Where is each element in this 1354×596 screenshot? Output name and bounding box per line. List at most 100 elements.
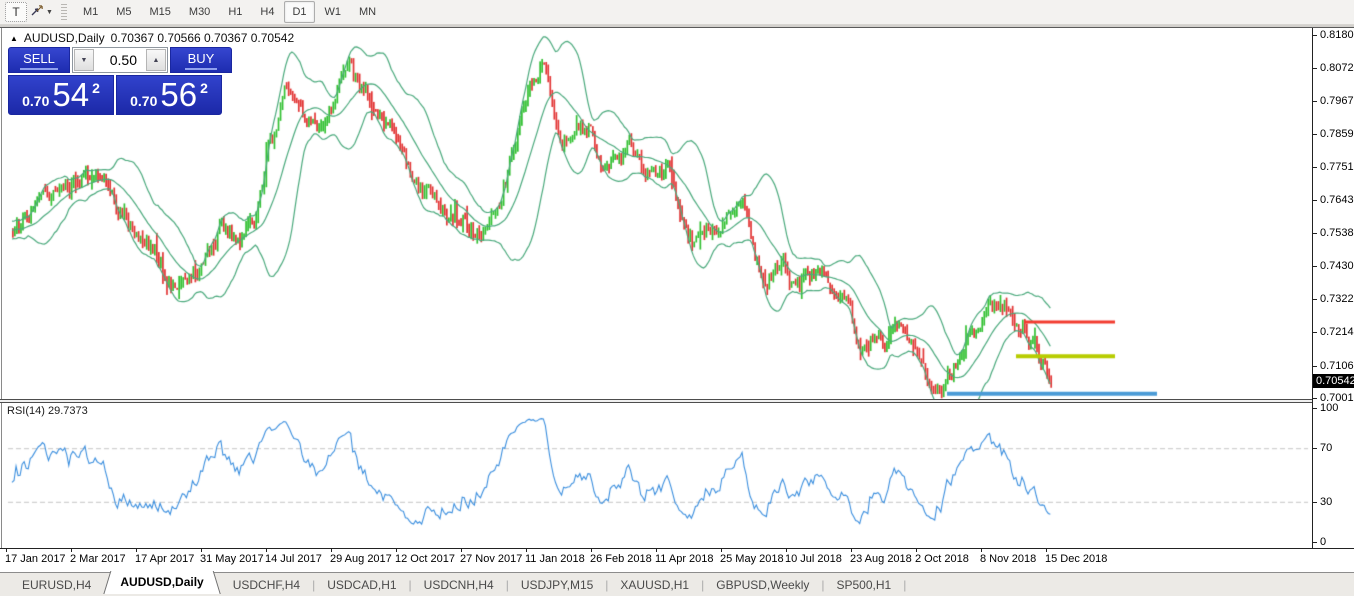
time-axis-label: 2 Oct 2018 [915,553,969,565]
tab-sp500-h1[interactable]: SP500,H1 [825,575,904,595]
time-axis-tick [526,549,527,552]
volume-input[interactable] [95,48,145,72]
pane-splitter[interactable] [0,399,1312,403]
tab-separator: | [903,578,906,592]
time-axis-label: 26 Feb 2018 [590,553,652,565]
price-axis-tick [1313,233,1317,234]
time-axis-tick [786,549,787,552]
top-toolbar: T ▼ M1M5M15M30H1H4D1W1MN [0,0,1354,25]
time-axis-tick [851,549,852,552]
price-axis-tick [1313,134,1317,135]
rsi-axis-label: 70 [1320,442,1332,454]
sell-button-label: SELL [20,51,58,70]
volume-increase-button[interactable]: ▲ [146,49,166,71]
sell-price-display[interactable]: 0.70 54 2 [8,75,114,115]
current-price-badge: 0.70542 [1313,374,1354,388]
time-axis-label: 31 May 2017 [200,553,264,565]
volume-stepper: ▼ ▲ [72,47,168,73]
buy-price-prefix: 0.70 [130,93,157,109]
timeframe-button-m1[interactable]: M1 [75,1,106,23]
collapse-panel-icon[interactable]: ▲ [10,34,18,43]
time-axis-tick [136,549,137,552]
time-axis-label: 8 Nov 2018 [980,553,1036,565]
time-axis-tick [461,549,462,552]
buy-price-pips: 56 [160,77,197,113]
timeframe-button-m30[interactable]: M30 [181,1,218,23]
price-axis-tick [1313,68,1317,69]
price-axis-label: 0.76430 [1320,194,1354,206]
price-axis-tick [1313,299,1317,300]
tab-xauusd-h1[interactable]: XAUUSD,H1 [608,575,701,595]
timeframe-button-h4[interactable]: H4 [252,1,282,23]
buy-price-pipette: 2 [200,80,208,96]
volume-decrease-button[interactable]: ▼ [74,49,94,71]
price-axis-label: 0.71060 [1320,360,1354,372]
chart-symbol-period: AUDUSD,Daily [24,31,105,45]
rsi-chart-canvas[interactable] [2,403,1312,548]
time-axis-label: 11 Jan 2018 [525,553,585,565]
time-axis-label: 17 Apr 2017 [135,553,194,565]
time-axis-label: 29 Aug 2017 [330,553,392,565]
sell-price-pips: 54 [52,77,89,113]
timeframe-button-m15[interactable]: M15 [142,1,179,23]
price-axis-tick [1313,398,1317,399]
buy-price-display[interactable]: 0.70 56 2 [116,75,222,115]
tab-eurusd-h4[interactable]: EURUSD,H4 [10,575,103,595]
price-axis-border [1312,28,1313,548]
rsi-axis-label: 30 [1320,496,1332,508]
timeframe-button-h1[interactable]: H1 [220,1,250,23]
sell-price-pipette: 2 [92,80,100,96]
tab-usdchf-h4[interactable]: USDCHF,H4 [221,575,312,595]
timeframe-button-m5[interactable]: M5 [108,1,139,23]
sell-price-prefix: 0.70 [22,93,49,109]
text-tool-button[interactable]: T [5,2,27,22]
buy-button[interactable]: BUY [170,47,232,73]
chevron-down-icon: ▼ [46,9,53,16]
price-axis-label: 0.73220 [1320,293,1354,305]
timeframe-button-mn[interactable]: MN [351,1,384,23]
timeframe-button-d1[interactable]: D1 [284,1,314,23]
time-axis-tick [656,549,657,552]
sell-button[interactable]: SELL [8,47,70,73]
rsi-indicator-label: RSI(14) 29.7373 [7,405,88,417]
price-axis-label: 0.80720 [1320,62,1354,74]
price-axis-label: 0.79670 [1320,95,1354,107]
tab-usdjpy-m15[interactable]: USDJPY,M15 [509,575,605,595]
price-axis-tick [1313,332,1317,333]
time-axis-label: 10 Jul 2018 [785,553,842,565]
tab-usdcad-h1[interactable]: USDCAD,H1 [315,575,408,595]
chart-tab-bar: EURUSD,H4AUDUSD,DailyUSDCHF,H4 | USDCAD,H1… [0,573,1354,596]
time-axis-border [0,548,1354,549]
price-axis-tick [1313,35,1317,36]
time-axis-label: 11 Apr 2018 [655,553,714,565]
one-click-trading-panel: SELL ▼ ▲ BUY 0.70 54 2 0.70 56 2 [8,47,222,115]
mt4-window: T ▼ M1M5M15M30H1H4D1W1MN ▲ AUDUSD,Daily … [0,0,1354,596]
buy-button-label: BUY [185,51,218,70]
objects-arrows-button[interactable]: ▼ [29,2,54,22]
rsi-axis-tick [1313,448,1317,449]
price-axis-tick [1313,167,1317,168]
time-axis-label: 27 Nov 2017 [460,553,522,565]
time-axis-tick [266,549,267,552]
time-axis-tick [71,549,72,552]
timeframe-button-w1[interactable]: W1 [317,1,350,23]
tab-audusd-daily[interactable]: AUDUSD,Daily [103,571,220,594]
time-axis-label: 17 Jan 2017 [5,553,66,565]
rsi-axis-tick [1313,502,1317,503]
time-axis-label: 14 Jul 2017 [265,553,322,565]
time-axis-label: 15 Dec 2018 [1045,553,1107,565]
price-axis-label: 0.78590 [1320,128,1354,140]
time-axis-tick [331,549,332,552]
tab-usdcnh-h4[interactable]: USDCNH,H4 [412,575,506,595]
price-axis-label: 0.74300 [1320,260,1354,272]
price-axis-tick [1313,366,1317,367]
time-axis-label: 23 Aug 2018 [850,553,912,565]
time-axis-tick [721,549,722,552]
chart-ohlc-values: 0.70367 0.70566 0.70367 0.70542 [111,31,295,45]
time-axis-tick [591,549,592,552]
price-axis-label: 0.75380 [1320,227,1354,239]
price-axis-label: 0.81800 [1320,29,1354,41]
price-axis-tick [1313,200,1317,201]
time-axis-tick [6,549,7,552]
tab-gbpusd-weekly[interactable]: GBPUSD,Weekly [704,575,821,595]
